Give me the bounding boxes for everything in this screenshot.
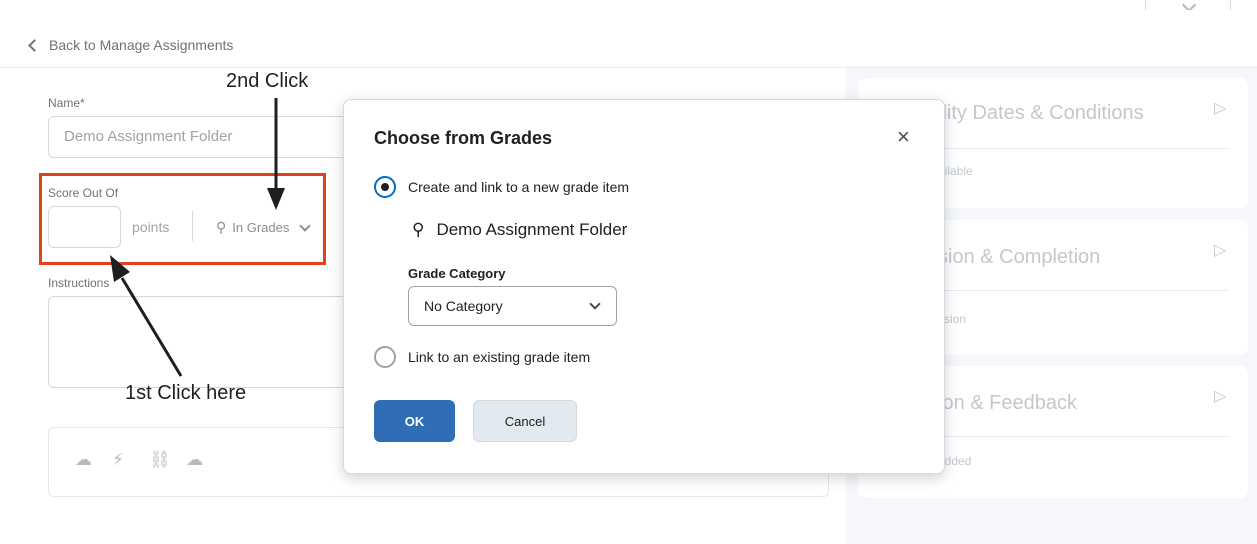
annotation-arrows xyxy=(110,98,285,377)
arrow-line-first xyxy=(120,277,183,377)
arrow-head-second xyxy=(267,188,285,210)
arrow-head-first xyxy=(110,255,130,282)
